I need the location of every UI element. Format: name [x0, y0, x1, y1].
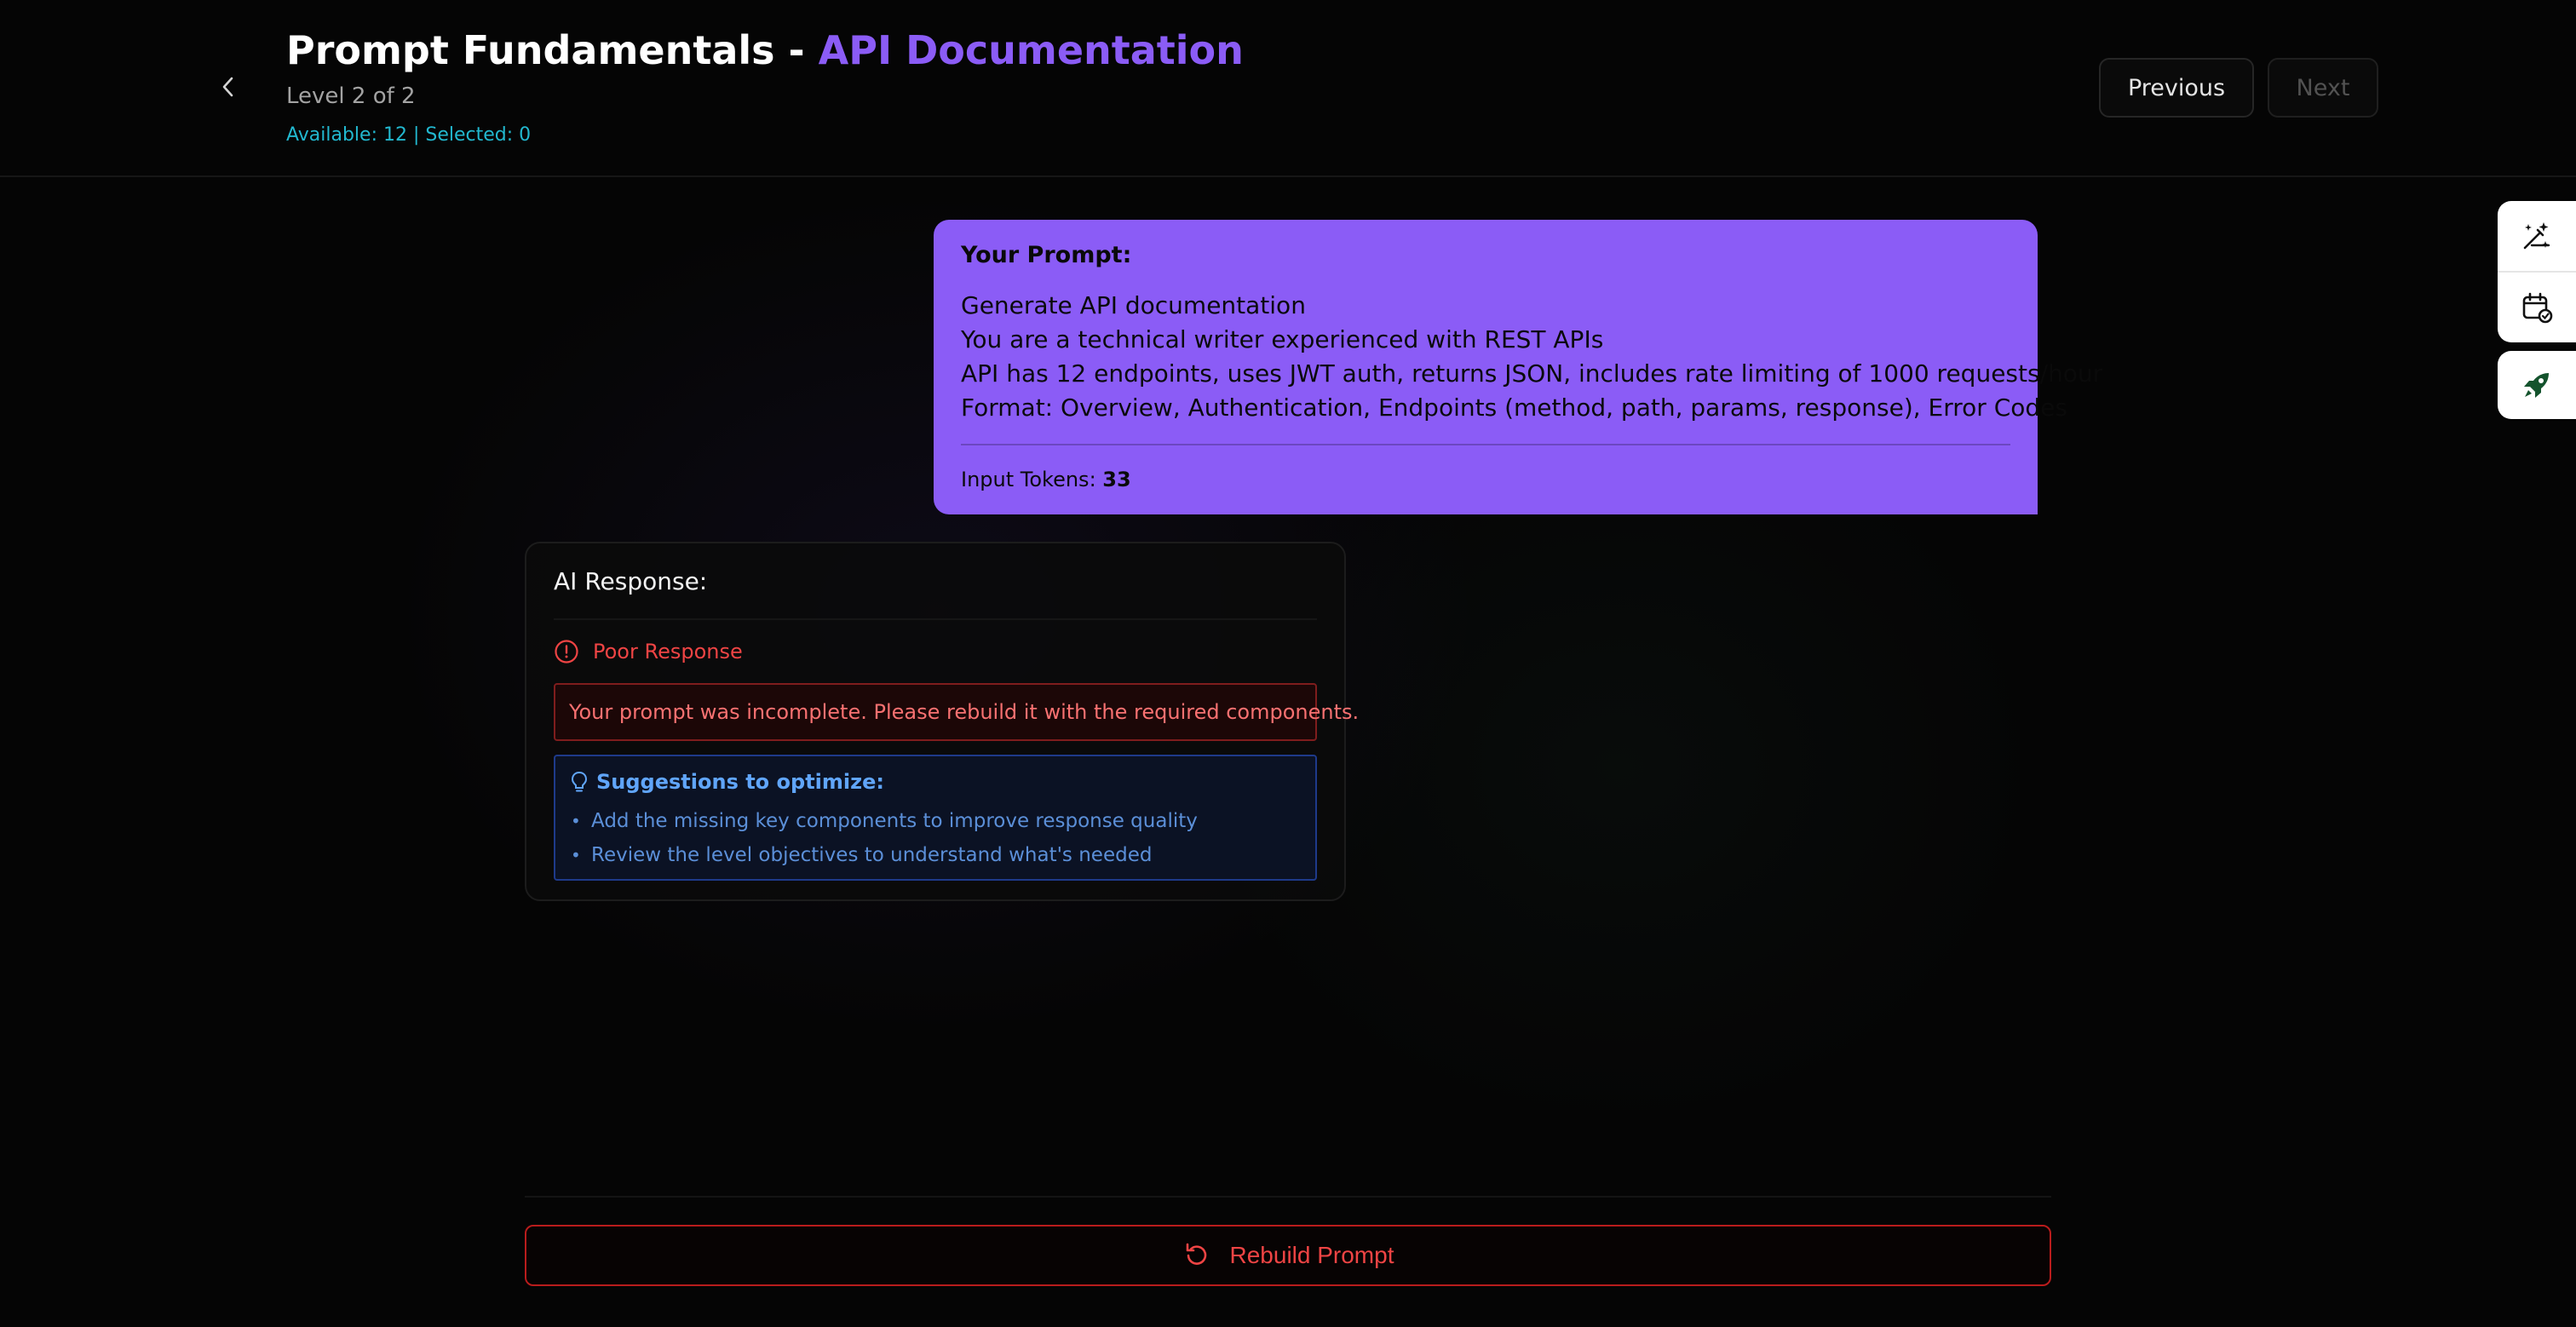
back-button[interactable] [213, 72, 244, 102]
ai-response-card: AI Response: Poor Response Your prompt w… [525, 542, 1359, 901]
schedule-tool-button[interactable] [2498, 271, 2576, 342]
rebuild-prompt-button[interactable]: Rebuild Prompt [525, 1225, 2051, 1286]
refresh-icon [1186, 1243, 1206, 1265]
next-button[interactable]: Next [2268, 58, 2378, 118]
selection-counts: Available: 12 | Selected: 0 [286, 124, 532, 146]
footer-divider [525, 1196, 2051, 1198]
suggestion-text: Add the missing key components to improv… [591, 810, 1198, 832]
lightbulb-icon [571, 771, 588, 792]
page-title-accent: API Documentation [818, 27, 1244, 73]
prompt-line: You are a technical writer experienced w… [961, 325, 1604, 353]
suggestions-title: Suggestions to optimize: [596, 770, 884, 794]
chevron-left-icon [222, 77, 233, 97]
previous-button[interactable]: Previous [2099, 58, 2254, 118]
level-indicator: Level 2 of 2 [286, 83, 416, 109]
calendar-check-icon [2522, 292, 2553, 324]
prompt-line: Format: Overview, Authentication, Endpoi… [961, 394, 2067, 422]
input-tokens: Input Tokens: 33 [961, 468, 2010, 491]
rocket-icon [2524, 373, 2549, 398]
bullet-icon: • [571, 845, 581, 865]
response-divider [554, 618, 1317, 620]
launch-button[interactable] [2498, 351, 2576, 419]
page-title: Prompt Fundamentals - API Documentation [286, 27, 1244, 73]
page-header: Prompt Fundamentals - API Documentation … [0, 0, 2576, 177]
edit-sparkle-icon [2523, 222, 2550, 250]
rebuild-prompt-label: Rebuild Prompt [1229, 1242, 1394, 1268]
prompt-line: Generate API documentation [961, 291, 1306, 319]
suggestion-text: Review the level objectives to understan… [591, 844, 1153, 866]
suggestions-heading: Suggestions to optimize: [571, 770, 1300, 794]
prompt-builder-tool-button[interactable] [2498, 201, 2576, 271]
prompt-bubble: Your Prompt: Generate API documentation … [934, 220, 2103, 514]
prompt-divider [961, 444, 2010, 445]
status-label: Poor Response [593, 640, 743, 664]
input-tokens-value: 33 [1102, 468, 1131, 491]
side-toolbar [2498, 201, 2576, 342]
input-tokens-label: Input Tokens: [961, 468, 1103, 491]
error-message: Your prompt was incomplete. Please rebui… [554, 683, 1359, 741]
alert-circle-icon [555, 640, 578, 664]
page-title-main: Prompt Fundamentals - [286, 27, 819, 73]
response-status: Poor Response [554, 639, 743, 664]
suggestion-item: • Add the missing key components to impr… [571, 804, 1300, 838]
prompt-label: Your Prompt: [961, 242, 1132, 268]
response-title: AI Response: [554, 567, 708, 595]
bullet-icon: • [571, 811, 581, 831]
suggestion-item: • Review the level objectives to underst… [571, 838, 1300, 872]
prompt-line: API has 12 endpoints, uses JWT auth, ret… [961, 359, 2103, 388]
suggestions-box: Suggestions to optimize: • Add the missi… [554, 755, 1317, 881]
